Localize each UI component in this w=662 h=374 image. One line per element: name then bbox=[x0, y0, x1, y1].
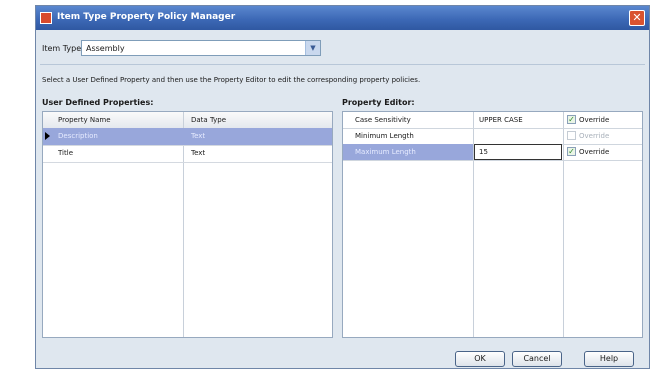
data-type-cell: Text bbox=[191, 149, 206, 157]
title-bar[interactable]: Item Type Property Policy Manager ✕ bbox=[36, 6, 649, 30]
property-name-cell: Title bbox=[58, 149, 74, 157]
close-icon[interactable]: ✕ bbox=[629, 10, 645, 26]
editor-row-minimum-length[interactable]: Minimum Length Override bbox=[343, 128, 642, 145]
maximum-length-input[interactable]: 15 bbox=[474, 144, 562, 160]
udp-title: User Defined Properties: bbox=[42, 98, 154, 107]
column-data-type[interactable]: Data Type bbox=[191, 116, 226, 124]
data-type-cell: Text bbox=[191, 132, 206, 140]
divider bbox=[40, 64, 645, 65]
property-label: Minimum Length bbox=[355, 132, 414, 140]
property-editor-grid[interactable]: Case Sensitivity UPPER CASE ✓ Override M… bbox=[342, 111, 643, 338]
table-row[interactable]: Description Text bbox=[43, 128, 332, 146]
row-pointer-icon bbox=[45, 132, 50, 140]
override-label: Override bbox=[579, 116, 610, 124]
override-label: Override bbox=[579, 148, 610, 156]
dialog-window: Item Type Property Policy Manager ✕ Item… bbox=[35, 5, 650, 369]
chevron-down-icon[interactable]: ▼ bbox=[305, 41, 320, 55]
override-checkbox[interactable]: ✓ bbox=[567, 115, 576, 124]
app-icon bbox=[40, 12, 52, 24]
override-label: Override bbox=[579, 132, 610, 140]
ok-button[interactable]: OK bbox=[455, 351, 505, 367]
property-value[interactable]: UPPER CASE bbox=[479, 116, 523, 124]
editor-row-maximum-length[interactable]: Maximum Length 15 ✓ Override bbox=[343, 144, 642, 161]
item-type-select[interactable]: Assembly ▼ bbox=[81, 40, 321, 56]
override-checkbox[interactable]: ✓ bbox=[567, 147, 576, 156]
window-title: Item Type Property Policy Manager bbox=[57, 12, 236, 22]
column-property-name[interactable]: Property Name bbox=[58, 116, 111, 124]
property-editor-title: Property Editor: bbox=[342, 98, 415, 107]
udp-table-header: Property Name Data Type bbox=[43, 112, 332, 129]
item-type-value: Assembly bbox=[86, 44, 125, 53]
property-label: Maximum Length bbox=[343, 144, 473, 160]
property-label: Case Sensitivity bbox=[355, 116, 411, 124]
udp-table[interactable]: Property Name Data Type Description Text… bbox=[42, 111, 333, 338]
property-name-cell: Description bbox=[58, 132, 98, 140]
cancel-button[interactable]: Cancel bbox=[512, 351, 562, 367]
instruction-text: Select a User Defined Property and then … bbox=[42, 76, 421, 84]
table-row[interactable]: Title Text bbox=[43, 145, 332, 163]
item-type-label: Item Type: bbox=[42, 44, 84, 53]
property-value: 15 bbox=[479, 148, 488, 156]
help-button[interactable]: Help bbox=[584, 351, 634, 367]
override-checkbox[interactable] bbox=[567, 131, 576, 140]
editor-row-case-sensitivity[interactable]: Case Sensitivity UPPER CASE ✓ Override bbox=[343, 112, 642, 129]
